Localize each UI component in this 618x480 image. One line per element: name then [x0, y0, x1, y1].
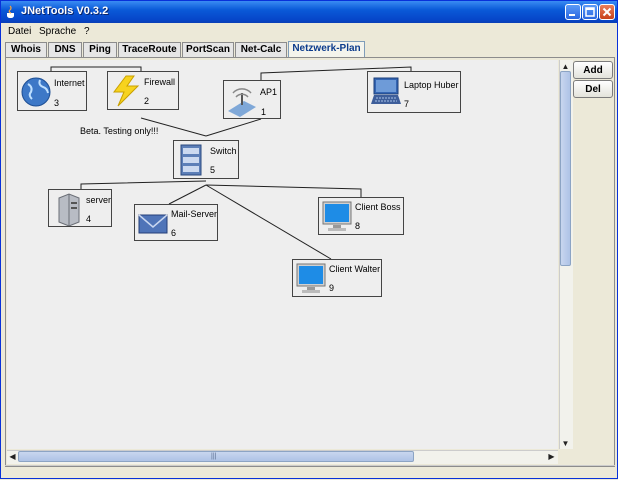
- node-mail-server[interactable]: Mail-Server 6: [134, 204, 218, 241]
- scroll-grip-icon: |||: [211, 453, 217, 460]
- node-label: Mail-Server: [171, 209, 218, 219]
- menu-sprache[interactable]: Sprache: [39, 26, 76, 37]
- node-ap1[interactable]: AP1 1: [223, 80, 281, 119]
- node-client-boss[interactable]: Client Boss 8: [318, 197, 404, 235]
- node-firewall[interactable]: Firewall 2: [107, 71, 179, 110]
- mail-icon: [138, 214, 168, 234]
- tab-portscan[interactable]: PortScan: [182, 42, 234, 57]
- tab-net-calc[interactable]: Net-Calc: [235, 42, 287, 57]
- node-id: 4: [86, 214, 92, 224]
- monitor-icon: [322, 201, 352, 231]
- node-label: Firewall: [144, 77, 176, 87]
- menu-datei[interactable]: Datei: [8, 26, 31, 37]
- wireless-ap-icon: [228, 88, 256, 117]
- scroll-right-arrow-icon[interactable]: ▶: [546, 451, 557, 462]
- title-bar[interactable]: JNetTools V0.3.2: [1, 1, 617, 23]
- minimize-button[interactable]: [565, 4, 581, 20]
- del-button[interactable]: Del: [573, 80, 613, 98]
- globe-icon: [21, 77, 51, 107]
- monitor-icon: [296, 263, 326, 293]
- node-internet[interactable]: Internet 3: [17, 71, 87, 111]
- menu-help[interactable]: ?: [84, 26, 90, 37]
- server-icon: [58, 193, 80, 226]
- close-button[interactable]: [599, 4, 615, 20]
- node-label: AP1: [260, 87, 278, 97]
- switch-icon: [180, 144, 202, 176]
- tab-dns[interactable]: DNS: [48, 42, 82, 57]
- node-id: 9: [329, 283, 335, 293]
- node-laptop-huber[interactable]: Laptop Huber 7: [367, 71, 461, 113]
- lightning-icon: [113, 75, 140, 107]
- laptop-icon: [371, 77, 401, 104]
- beta-notice: Beta. Testing only!!!: [80, 126, 159, 136]
- node-id: 2: [144, 96, 150, 106]
- tab-netzwerk-plan[interactable]: Netzwerk-Plan: [288, 41, 365, 58]
- horizontal-scroll-thumb[interactable]: |||: [18, 451, 414, 462]
- add-button[interactable]: Add: [573, 61, 613, 79]
- app-window: JNetTools V0.3.2 Datei Sprache ? Whois D…: [0, 0, 618, 479]
- node-label: Laptop Huber: [404, 80, 459, 90]
- status-bar: [5, 465, 615, 477]
- node-id: 1: [261, 107, 267, 117]
- vertical-scroll-thumb[interactable]: [560, 71, 571, 266]
- node-id: 6: [171, 228, 177, 238]
- tab-strip: Whois DNS Ping TraceRoute PortScan Net-C…: [5, 41, 617, 58]
- node-label: Client Boss: [355, 202, 401, 212]
- scroll-left-arrow-icon[interactable]: ◀: [7, 451, 18, 462]
- node-label: Internet: [54, 78, 85, 88]
- node-client-walter[interactable]: Client Walter 9: [292, 259, 382, 297]
- node-id: 5: [210, 165, 216, 175]
- node-server[interactable]: server 4: [48, 189, 112, 227]
- menu-bar: Datei Sprache ?: [1, 23, 617, 40]
- tab-ping[interactable]: Ping: [83, 42, 117, 57]
- close-icon: [602, 7, 612, 17]
- tab-whois[interactable]: Whois: [5, 42, 47, 57]
- window-title: JNetTools V0.3.2: [21, 5, 109, 17]
- node-id: 3: [54, 98, 60, 108]
- java-cup-icon: [7, 5, 14, 19]
- minimize-icon: [569, 14, 575, 16]
- node-label: Client Walter: [329, 264, 381, 274]
- node-label: Switch: [210, 146, 237, 156]
- maximize-icon: [585, 7, 595, 17]
- maximize-button[interactable]: [582, 4, 598, 20]
- scroll-down-arrow-icon[interactable]: ▼: [560, 438, 571, 449]
- network-canvas[interactable]: [7, 60, 558, 449]
- node-id: 8: [355, 221, 361, 231]
- node-label: server: [86, 195, 112, 205]
- node-switch[interactable]: Switch 5: [173, 140, 239, 179]
- tab-traceroute[interactable]: TraceRoute: [118, 42, 181, 57]
- node-id: 7: [404, 99, 410, 109]
